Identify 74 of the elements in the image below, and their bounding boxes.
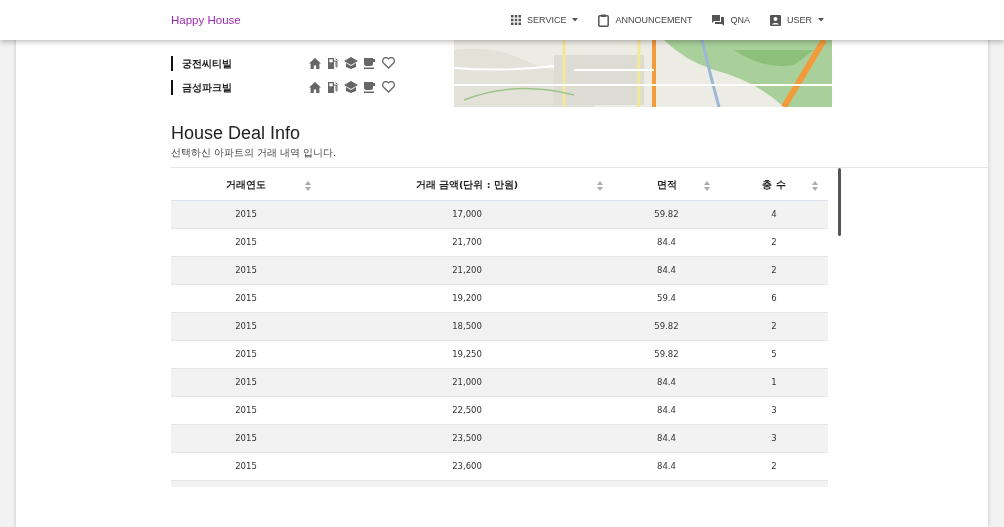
- table-cell: 22,500: [321, 396, 613, 424]
- heart-icon[interactable]: [382, 57, 395, 69]
- section-title: House Deal Info: [171, 123, 302, 144]
- table-cell: 2: [720, 256, 828, 284]
- table-cell: 21,200: [321, 256, 613, 284]
- table-cell: 59.82: [613, 200, 720, 228]
- table-cell: 2015: [171, 284, 321, 312]
- table-cell: 19,200: [321, 284, 613, 312]
- sort-icon: [597, 181, 603, 191]
- table-cell: 23,500: [321, 424, 613, 452]
- table-cell: 2015: [171, 452, 321, 480]
- table-cell: 2015: [171, 228, 321, 256]
- fuel-pump-icon[interactable]: [327, 81, 338, 93]
- column-header[interactable]: 거래연도: [171, 172, 321, 200]
- table-cell: 2: [720, 452, 828, 480]
- table-cell: 59.82: [613, 312, 720, 340]
- caret-icon: [572, 18, 579, 22]
- apartment-name[interactable]: 금성파크빌: [171, 79, 309, 95]
- table-cell: 23,600: [321, 452, 613, 480]
- table-cell: 84.4: [613, 452, 720, 480]
- coffee-cup-icon[interactable]: [364, 81, 376, 93]
- table-cell: 18,500: [321, 312, 613, 340]
- table-cell: 2015: [171, 396, 321, 424]
- home-icon[interactable]: [309, 57, 321, 69]
- table-cell: 2015: [171, 256, 321, 284]
- table-cell: 2015: [171, 368, 321, 396]
- table-cell: 5: [720, 340, 828, 368]
- column-header[interactable]: 충 수: [720, 172, 828, 200]
- table-cell: 2: [720, 312, 828, 340]
- nav-menu-item[interactable]: SERVICE: [501, 7, 589, 33]
- table-cell: 2: [720, 228, 828, 256]
- table-cell: 84.4: [613, 228, 720, 256]
- table-cell: 3: [720, 424, 828, 452]
- sort-icon: [812, 181, 818, 191]
- coffee-cup-icon[interactable]: [364, 57, 376, 69]
- table-cell: 4: [720, 200, 828, 228]
- table-cell: 1: [720, 368, 828, 396]
- table-cell: 17,000: [321, 200, 613, 228]
- table-cell: 2015: [171, 340, 321, 368]
- section-subtitle: 선택하신 아파트의 거래 내역 입니다.: [171, 147, 338, 160]
- brand-link[interactable]: Happy House: [171, 14, 241, 26]
- column-header[interactable]: 거래 금액(단위 : 만원): [321, 172, 613, 200]
- table-cell: 59.4: [613, 284, 720, 312]
- account-icon: [770, 14, 781, 26]
- sort-icon: [305, 181, 311, 191]
- table-cell: 84.4: [613, 396, 720, 424]
- heart-icon[interactable]: [382, 81, 395, 93]
- apartment-name[interactable]: 궁전씨티빌: [171, 55, 309, 71]
- table-cell: 2015: [171, 312, 321, 340]
- chat-icon: [712, 14, 725, 26]
- clipboard-icon: [598, 13, 610, 27]
- table-cell: 3: [720, 396, 828, 424]
- nav-menu-item[interactable]: USER: [760, 7, 834, 33]
- table-cell: 21,700: [321, 228, 613, 256]
- sort-icon: [704, 181, 710, 191]
- table-cell: 59.82: [613, 340, 720, 368]
- table-cell: 84.4: [613, 368, 720, 396]
- column-header[interactable]: 면적: [613, 172, 720, 200]
- nav-menu-item[interactable]: ANNOUNCEMENT: [588, 7, 703, 33]
- table-cell: 84.4: [613, 256, 720, 284]
- school-icon[interactable]: [344, 81, 358, 93]
- scrollbar-thumb[interactable]: [838, 168, 841, 236]
- home-icon[interactable]: [309, 81, 321, 93]
- table-cell: 6: [720, 284, 828, 312]
- nav-menu-item[interactable]: QNA: [702, 7, 760, 33]
- table-cell: 19,250: [321, 340, 613, 368]
- table-cell: 21,000: [321, 368, 613, 396]
- table-cell: 2015: [171, 424, 321, 452]
- table-cell: 2015: [171, 200, 321, 228]
- fuel-pump-icon[interactable]: [327, 57, 338, 69]
- grid-icon: [511, 15, 522, 25]
- school-icon[interactable]: [344, 57, 358, 69]
- table-cell: 84.4: [613, 424, 720, 452]
- caret-icon: [818, 18, 824, 22]
